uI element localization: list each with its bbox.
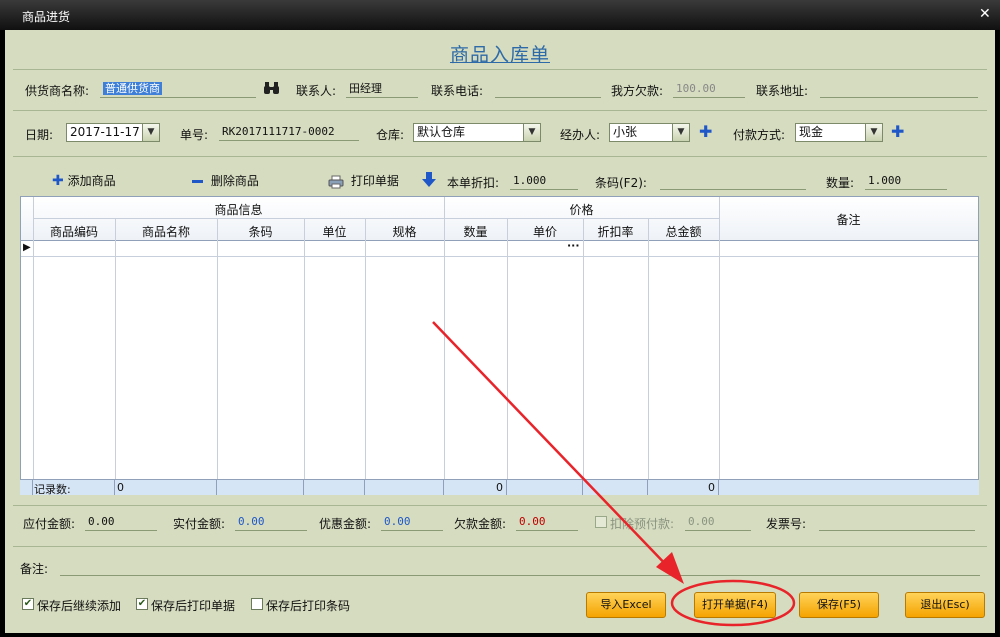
annotation-arrow	[432, 321, 673, 572]
annotation-overlay	[432, 321, 796, 627]
annotation-circle	[670, 579, 796, 627]
annotation-arrowhead	[656, 552, 684, 584]
app-window: 商品进货 ✕ 商品入库单 供货商名称: 普通供货商 联系人: 田经理 联系电话:…	[0, 0, 1000, 637]
